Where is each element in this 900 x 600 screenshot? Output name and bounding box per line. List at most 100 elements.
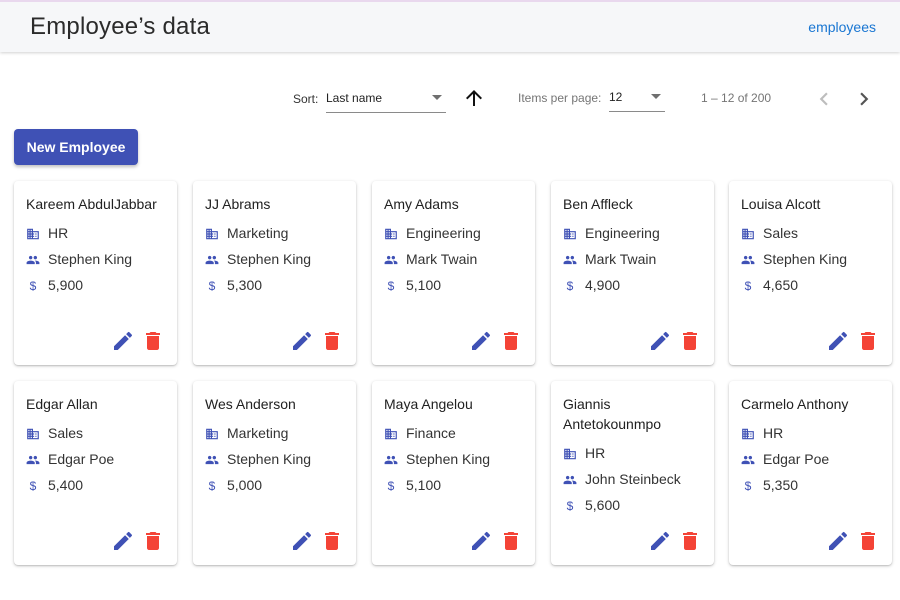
delete-icon[interactable] — [856, 329, 880, 353]
employee-name: Kareem AbdulJabbar — [26, 196, 157, 212]
manager-label: Stephen King — [763, 251, 848, 267]
department-label: HR — [585, 445, 606, 461]
employee-name: Edgar Allan — [26, 396, 98, 412]
employee-card: Louisa Alcott Sales Stephen King $4,650 — [729, 181, 892, 365]
edit-icon[interactable] — [111, 329, 135, 353]
manager-label: Mark Twain — [406, 251, 478, 267]
business-icon — [205, 227, 219, 241]
employee-name: Ben Affleck — [563, 196, 633, 212]
business-icon — [384, 227, 398, 241]
department-label: Marketing — [227, 425, 289, 441]
business-icon — [384, 427, 398, 441]
employee-card: Edgar Allan Sales Edgar Poe $5,400 — [14, 381, 177, 565]
edit-icon[interactable] — [469, 329, 493, 353]
salary-label: 5,100 — [406, 477, 442, 493]
business-icon — [26, 427, 40, 441]
dollar-icon: $ — [744, 279, 752, 293]
business-icon — [563, 227, 577, 241]
manager-label: Stephen King — [48, 251, 133, 267]
salary-label: 4,900 — [585, 277, 621, 293]
edit-icon[interactable] — [648, 329, 672, 353]
department-label: Engineering — [585, 225, 660, 241]
people-icon — [384, 253, 398, 267]
manager-label: Stephen King — [227, 451, 312, 467]
edit-icon[interactable] — [290, 529, 314, 553]
edit-icon[interactable] — [648, 529, 672, 553]
business-icon — [741, 227, 755, 241]
delete-icon[interactable] — [856, 529, 880, 553]
new-employee-button[interactable]: New Employee — [14, 129, 138, 165]
delete-icon[interactable] — [141, 329, 165, 353]
employee-card: Ben Affleck Engineering Mark Twain $4,900 — [551, 181, 714, 365]
dollar-icon: $ — [744, 479, 752, 493]
arrow-up-icon[interactable] — [462, 86, 486, 110]
employee-card: Amy Adams Engineering Mark Twain $5,100 — [372, 181, 535, 365]
manager-label: Stephen King — [406, 451, 491, 467]
people-icon — [563, 473, 577, 487]
manager-label: Edgar Poe — [763, 451, 830, 467]
items-per-page-select[interactable]: 12 — [609, 90, 665, 112]
employee-name: Wes Anderson — [205, 396, 296, 412]
delete-icon[interactable] — [320, 529, 344, 553]
chevron-down-icon — [651, 94, 661, 99]
employee-name: Amy Adams — [384, 196, 459, 212]
top-toolbar: Employee’s data employees — [0, 0, 900, 52]
delete-icon[interactable] — [499, 529, 523, 553]
edit-icon[interactable] — [111, 529, 135, 553]
department-label: Finance — [406, 425, 456, 441]
business-icon — [741, 427, 755, 441]
dollar-icon: $ — [387, 479, 395, 493]
employee-card: Giannis Antetokounmpo HR John Steinbeck $5,… — [551, 381, 714, 565]
people-icon — [384, 453, 398, 467]
people-icon — [741, 253, 755, 267]
dollar-icon: $ — [566, 279, 574, 293]
salary-label: 5,300 — [227, 277, 263, 293]
people-icon — [205, 453, 219, 467]
edit-icon[interactable] — [290, 329, 314, 353]
employee-card: Carmelo Anthony HR Edgar Poe $5,350 — [729, 381, 892, 565]
manager-label: Mark Twain — [585, 251, 657, 267]
employees-nav-link[interactable]: employees — [808, 19, 876, 35]
business-icon — [563, 447, 577, 461]
manager-label: John Steinbeck — [585, 471, 681, 487]
sort-label: Sort: — [293, 92, 319, 106]
delete-icon[interactable] — [320, 329, 344, 353]
sort-select-value: Last name — [326, 91, 383, 105]
salary-label: 5,400 — [48, 477, 84, 493]
dollar-icon: $ — [566, 499, 574, 513]
delete-icon[interactable] — [678, 529, 702, 553]
items-per-page-label: Items per page: — [518, 91, 602, 105]
salary-label: 5,350 — [763, 477, 799, 493]
employee-name: Carmelo Anthony — [741, 396, 849, 412]
department-label: Marketing — [227, 225, 289, 241]
department-label: HR — [48, 225, 69, 241]
people-icon — [563, 253, 577, 267]
employee-card: JJ Abrams Marketing Stephen King $5,300 — [193, 181, 356, 365]
items-per-page-value: 12 — [609, 90, 623, 104]
chevron-down-icon — [432, 95, 442, 100]
employee-name: Louisa Alcott — [741, 196, 821, 212]
dollar-icon: $ — [208, 479, 216, 493]
delete-icon[interactable] — [141, 529, 165, 553]
edit-icon[interactable] — [826, 329, 850, 353]
page-title: Employee’s data — [30, 13, 210, 40]
salary-label: 4,650 — [763, 277, 799, 293]
dollar-icon: $ — [29, 479, 37, 493]
employee-name: Giannis Antetokounmpo — [563, 396, 662, 432]
employee-card: Maya Angelou Finance Stephen King $5,100 — [372, 381, 535, 565]
department-label: Sales — [763, 225, 799, 241]
previous-page-icon[interactable] — [811, 86, 837, 112]
sort-select[interactable]: Last name — [326, 91, 446, 113]
salary-label: 5,600 — [585, 497, 621, 513]
employee-name: JJ Abrams — [205, 196, 271, 212]
next-page-icon[interactable] — [851, 86, 877, 112]
employee-name: Maya Angelou — [384, 396, 473, 412]
paginator-range-label: 1 – 12 of 200 — [701, 91, 772, 105]
people-icon — [205, 253, 219, 267]
edit-icon[interactable] — [826, 529, 850, 553]
delete-icon[interactable] — [499, 329, 523, 353]
employee-card: Wes Anderson Marketing Stephen King $5,000 — [193, 381, 356, 565]
delete-icon[interactable] — [678, 329, 702, 353]
department-label: Engineering — [406, 225, 481, 241]
edit-icon[interactable] — [469, 529, 493, 553]
